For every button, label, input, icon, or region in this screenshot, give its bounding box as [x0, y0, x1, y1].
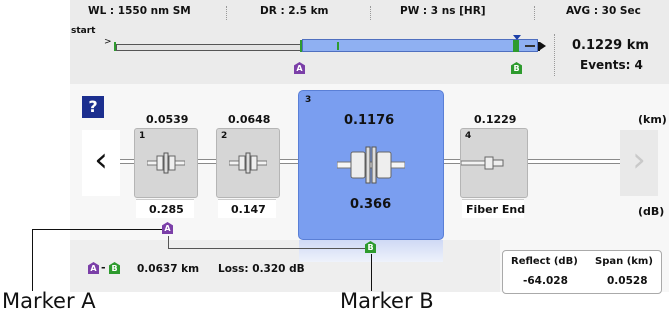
- event-1-number: 1: [139, 131, 146, 141]
- start-arrow: >: [104, 37, 112, 47]
- previous-event-button[interactable]: ‹: [82, 130, 120, 196]
- event-tick: [300, 40, 302, 52]
- marker-a-callout-line: [32, 229, 33, 291]
- events-count: Events: 4: [580, 58, 643, 72]
- distance-unit-label: (km): [638, 113, 667, 126]
- event-card-1[interactable]: 1: [134, 128, 198, 198]
- marker-a-caption: Marker A: [2, 289, 96, 313]
- fiber-overview-bar[interactable]: [116, 44, 304, 51]
- event-1-loss: 0.285: [149, 203, 184, 216]
- wavelength-label: WL : 1550 nm SM: [88, 5, 191, 17]
- marker-b-callout-line: [371, 254, 372, 291]
- marker-b-overview-icon[interactable]: B: [511, 62, 522, 74]
- connector-large-icon: [337, 146, 405, 184]
- next-event-button[interactable]: ›: [620, 130, 658, 196]
- event-1-distance: 0.0539: [146, 113, 189, 126]
- event-3-number: 3: [305, 95, 312, 105]
- event-4-distance: 0.1229: [474, 113, 517, 126]
- loss-unit-label: (dB): [638, 205, 665, 218]
- pulse-width-label: PW : 3 ns [HR]: [400, 5, 486, 17]
- marker-legend-separator: -: [101, 261, 106, 274]
- event-card-2[interactable]: 2: [216, 128, 280, 198]
- marker-a-drop-line: [168, 236, 169, 248]
- marker-a-overview-icon[interactable]: A: [294, 62, 305, 74]
- header-separator: [534, 6, 535, 20]
- help-button[interactable]: ?: [82, 96, 104, 118]
- overview-separator: [554, 34, 555, 76]
- top-header: WL : 1550 nm SM DR : 2.5 km PW : 3 ns [H…: [70, 0, 669, 84]
- event-2-number: 2: [221, 131, 228, 141]
- distance-range-label: DR : 2.5 km: [260, 5, 329, 17]
- event-2-loss: 0.147: [231, 203, 266, 216]
- span-value: 0.0528: [607, 275, 648, 287]
- event-4-loss-box: Fiber End: [462, 199, 526, 218]
- event-4-loss: Fiber End: [466, 203, 526, 216]
- header-separator: [226, 6, 227, 20]
- fiber-end-icon: [461, 156, 504, 170]
- header-separator: [370, 6, 371, 20]
- event-2-loss-box: 0.147: [218, 199, 276, 218]
- event-3-loss: 0.366: [350, 197, 392, 212]
- averaging-label: AVG : 30 Sec: [566, 5, 641, 17]
- connector-icon: [147, 152, 185, 174]
- event-1-loss-box: 0.285: [136, 199, 194, 218]
- span-header: Span (km): [595, 256, 653, 267]
- marker-b-tick: [513, 40, 519, 52]
- reflect-value: -64.028: [523, 275, 568, 287]
- total-length-value: 0.1229 km: [572, 38, 649, 53]
- marker-b-caption: Marker B: [340, 289, 434, 313]
- reflect-header: Reflect (dB): [511, 256, 578, 267]
- event-tick: [337, 42, 339, 50]
- start-label: start: [71, 26, 96, 36]
- fiber-end-line: [525, 45, 535, 47]
- event-3-distance: 0.1176: [344, 113, 395, 128]
- event-2-distance: 0.0648: [228, 113, 271, 126]
- end-flag-icon: [540, 42, 546, 50]
- marker-span-loss: Loss: 0.320 dB: [218, 263, 305, 275]
- marker-span-line: [168, 248, 372, 249]
- event-4-number: 4: [465, 131, 472, 141]
- connector-icon: [229, 152, 267, 174]
- event-details-box: Reflect (dB) Span (km) -64.028 0.0528: [502, 250, 662, 294]
- event-card-4[interactable]: 4: [460, 128, 528, 198]
- marker-a-callout-line: [32, 229, 164, 230]
- marker-span-distance: 0.0637 km: [137, 263, 200, 275]
